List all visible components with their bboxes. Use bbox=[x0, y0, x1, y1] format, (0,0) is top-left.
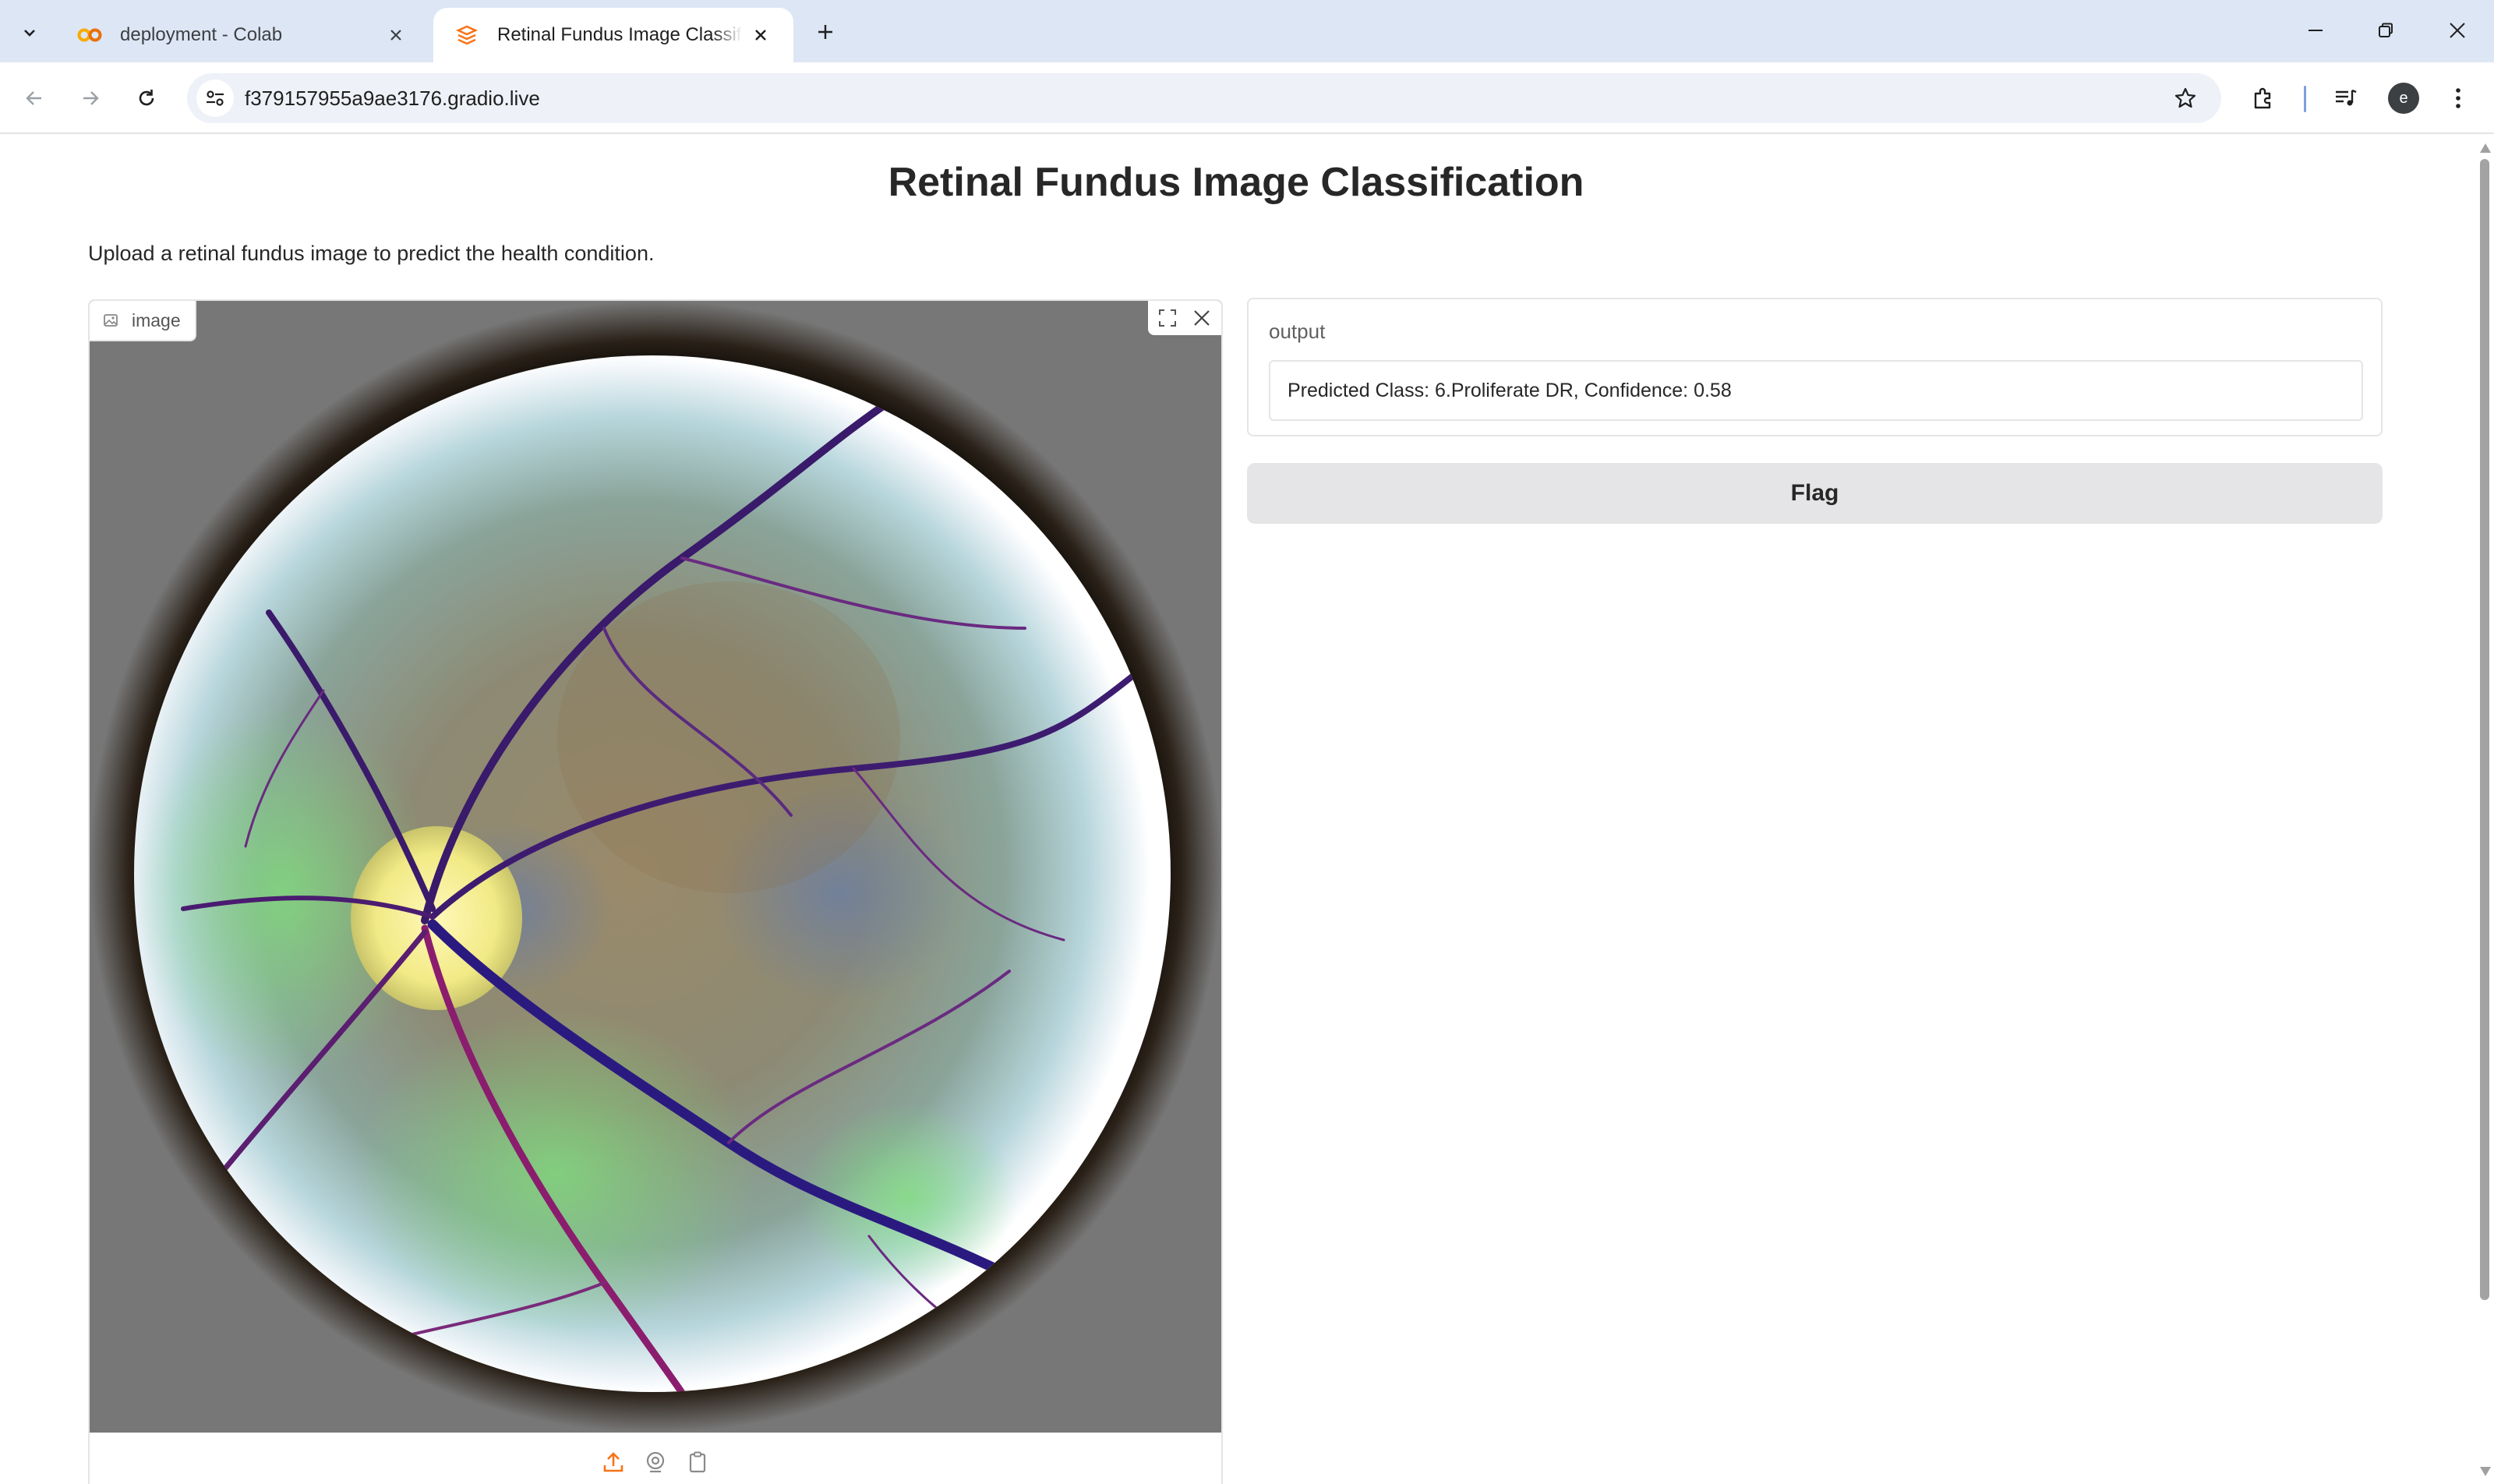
menu-kebab-icon[interactable] bbox=[2439, 80, 2477, 117]
output-panel: output Predicted Class: 6.Proliferate DR… bbox=[1247, 298, 2383, 436]
webcam-icon[interactable] bbox=[642, 1449, 669, 1475]
close-icon bbox=[2450, 23, 2465, 38]
browser-toolbar: f379157955a9ae3176.gradio.live bbox=[0, 62, 2494, 134]
arrow-right-icon bbox=[83, 91, 99, 105]
fundus-image[interactable] bbox=[90, 301, 1221, 1433]
toolbar-divider bbox=[2304, 86, 2306, 112]
gradio-icon bbox=[454, 22, 480, 48]
tab-colab[interactable]: deployment - Colab bbox=[56, 8, 429, 62]
gradio-page: Retinal Fundus Image Classification Uplo… bbox=[0, 136, 2475, 1484]
scroll-up-arrow-icon[interactable] bbox=[2480, 143, 2491, 153]
browser-tab-strip: deployment - Colab Retinal Fundus Image … bbox=[0, 0, 2494, 62]
image-controls bbox=[1148, 301, 1221, 335]
upload-icon[interactable] bbox=[600, 1449, 627, 1475]
scrollbar-thumb[interactable] bbox=[2480, 159, 2489, 1300]
window-close-button[interactable] bbox=[2438, 12, 2477, 48]
page-title: Retinal Fundus Image Classification bbox=[888, 160, 1584, 205]
page-scrollbar[interactable] bbox=[2475, 136, 2494, 1484]
output-textbox[interactable]: Predicted Class: 6.Proliferate DR, Confi… bbox=[1269, 360, 2363, 421]
arrow-left-icon bbox=[26, 91, 41, 105]
scroll-down-arrow-icon[interactable] bbox=[2480, 1467, 2491, 1476]
restore-button[interactable] bbox=[2366, 12, 2405, 48]
profile-avatar[interactable]: e bbox=[2388, 83, 2419, 114]
reload-button[interactable] bbox=[128, 80, 165, 117]
site-info-icon[interactable] bbox=[196, 80, 234, 117]
address-bar[interactable]: f379157955a9ae3176.gradio.live bbox=[187, 73, 2221, 123]
tab-title: Retinal Fundus Image Classification bbox=[497, 24, 742, 45]
image-input: image bbox=[88, 299, 1223, 1484]
close-icon[interactable] bbox=[383, 23, 408, 48]
image-label: image bbox=[90, 301, 196, 341]
media-controls-icon[interactable] bbox=[2327, 80, 2365, 117]
output-label: output bbox=[1269, 320, 1326, 343]
new-tab-button[interactable] bbox=[809, 16, 842, 48]
clipboard-icon[interactable] bbox=[684, 1449, 711, 1475]
page-description: Upload a retinal fundus image to predict… bbox=[88, 242, 655, 265]
back-button[interactable] bbox=[16, 80, 53, 117]
fullscreen-icon[interactable] bbox=[1153, 303, 1182, 333]
colab-icon bbox=[76, 22, 103, 48]
tab-retinal-classification[interactable]: Retinal Fundus Image Classification bbox=[433, 8, 793, 62]
bookmark-star-icon[interactable] bbox=[2168, 81, 2203, 115]
chevron-down-icon bbox=[24, 30, 35, 37]
image-source-selector bbox=[90, 1433, 1221, 1484]
flag-button[interactable]: Flag bbox=[1247, 463, 2383, 524]
image-label-text: image bbox=[132, 309, 181, 330]
minimize-button[interactable] bbox=[2296, 12, 2335, 48]
reload-icon bbox=[139, 90, 154, 106]
tab-title: deployment - Colab bbox=[120, 24, 283, 45]
close-icon[interactable] bbox=[748, 23, 773, 48]
extensions-icon[interactable] bbox=[2245, 80, 2282, 117]
restore-icon bbox=[2379, 23, 2393, 37]
forward-button[interactable] bbox=[72, 80, 109, 117]
image-icon bbox=[102, 312, 119, 329]
minimize-icon bbox=[2309, 30, 2323, 31]
plus-icon bbox=[818, 25, 832, 39]
close-icon[interactable] bbox=[1187, 303, 1217, 333]
url-text[interactable]: f379157955a9ae3176.gradio.live bbox=[245, 73, 540, 123]
tab-search-button[interactable] bbox=[14, 17, 45, 48]
